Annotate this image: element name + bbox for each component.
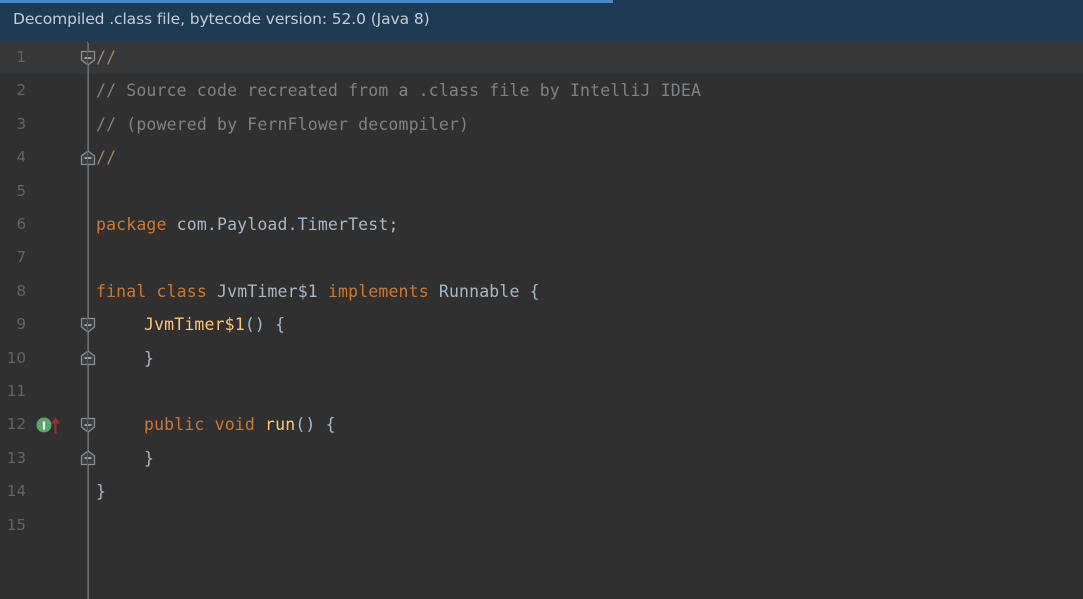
code-token-punc: () {: [295, 415, 336, 435]
code-line[interactable]: //: [96, 41, 116, 74]
code-token-id: [146, 282, 156, 301]
code-line[interactable]: }: [144, 442, 154, 475]
code-editor[interactable]: 1 2 3 4 5 6 7 8 9 10 11 12 13 14 15 I //// Source code…: [0, 41, 1083, 599]
decompiled-class-banner: Decompiled .class file, bytecode version…: [0, 0, 1083, 41]
banner-accent-line: [0, 0, 613, 3]
code-token-kw: final: [96, 281, 147, 301]
code-token-id: com.Payload.TimerTest;: [166, 215, 399, 234]
code-token-id: JvmTimer$1: [206, 281, 328, 301]
code-token-id: Runnable {: [428, 281, 540, 301]
code-token-kw: void: [214, 415, 255, 435]
code-text-area[interactable]: // // Source code recreated from a .class…: [0, 41, 995, 599]
banner-message: Decompiled .class file, bytecode version…: [13, 10, 430, 28]
code-token-cmt: // Source code recreated from a .class f…: [96, 81, 702, 101]
code-token-kw: package: [96, 215, 167, 234]
code-token-punc: }: [144, 448, 155, 468]
code-line[interactable]: public void run() {: [144, 408, 336, 441]
code-token-mth: run: [265, 415, 296, 435]
code-token-cmt: // (powered by FernFlower decompiler): [96, 114, 470, 134]
code-token-id: [205, 415, 215, 434]
code-token-cmtslash: //: [96, 48, 117, 67]
code-line[interactable]: JvmTimer$1() {: [144, 308, 285, 341]
code-token-cmtslash: //: [96, 148, 117, 168]
code-token-id: [255, 415, 265, 434]
code-token-punc: }: [96, 482, 107, 502]
code-token-punc: }: [144, 348, 155, 368]
code-line[interactable]: //: [96, 141, 116, 174]
code-token-kw: implements: [327, 281, 429, 301]
code-line[interactable]: }: [144, 342, 154, 375]
code-token-mth: JvmTimer$1: [144, 315, 245, 335]
code-line[interactable]: }: [96, 475, 106, 508]
code-token-punc: () {: [244, 315, 286, 335]
code-line[interactable]: package com.Payload.TimerTest;: [96, 208, 399, 241]
code-token-kw: class: [156, 281, 207, 301]
code-token-kw: public: [144, 415, 205, 435]
code-line[interactable]: final class JvmTimer$1 implements Runnab…: [96, 275, 540, 308]
code-line[interactable]: // Source code recreated from a .class f…: [96, 74, 701, 107]
code-line[interactable]: // (powered by FernFlower decompiler): [96, 108, 469, 141]
